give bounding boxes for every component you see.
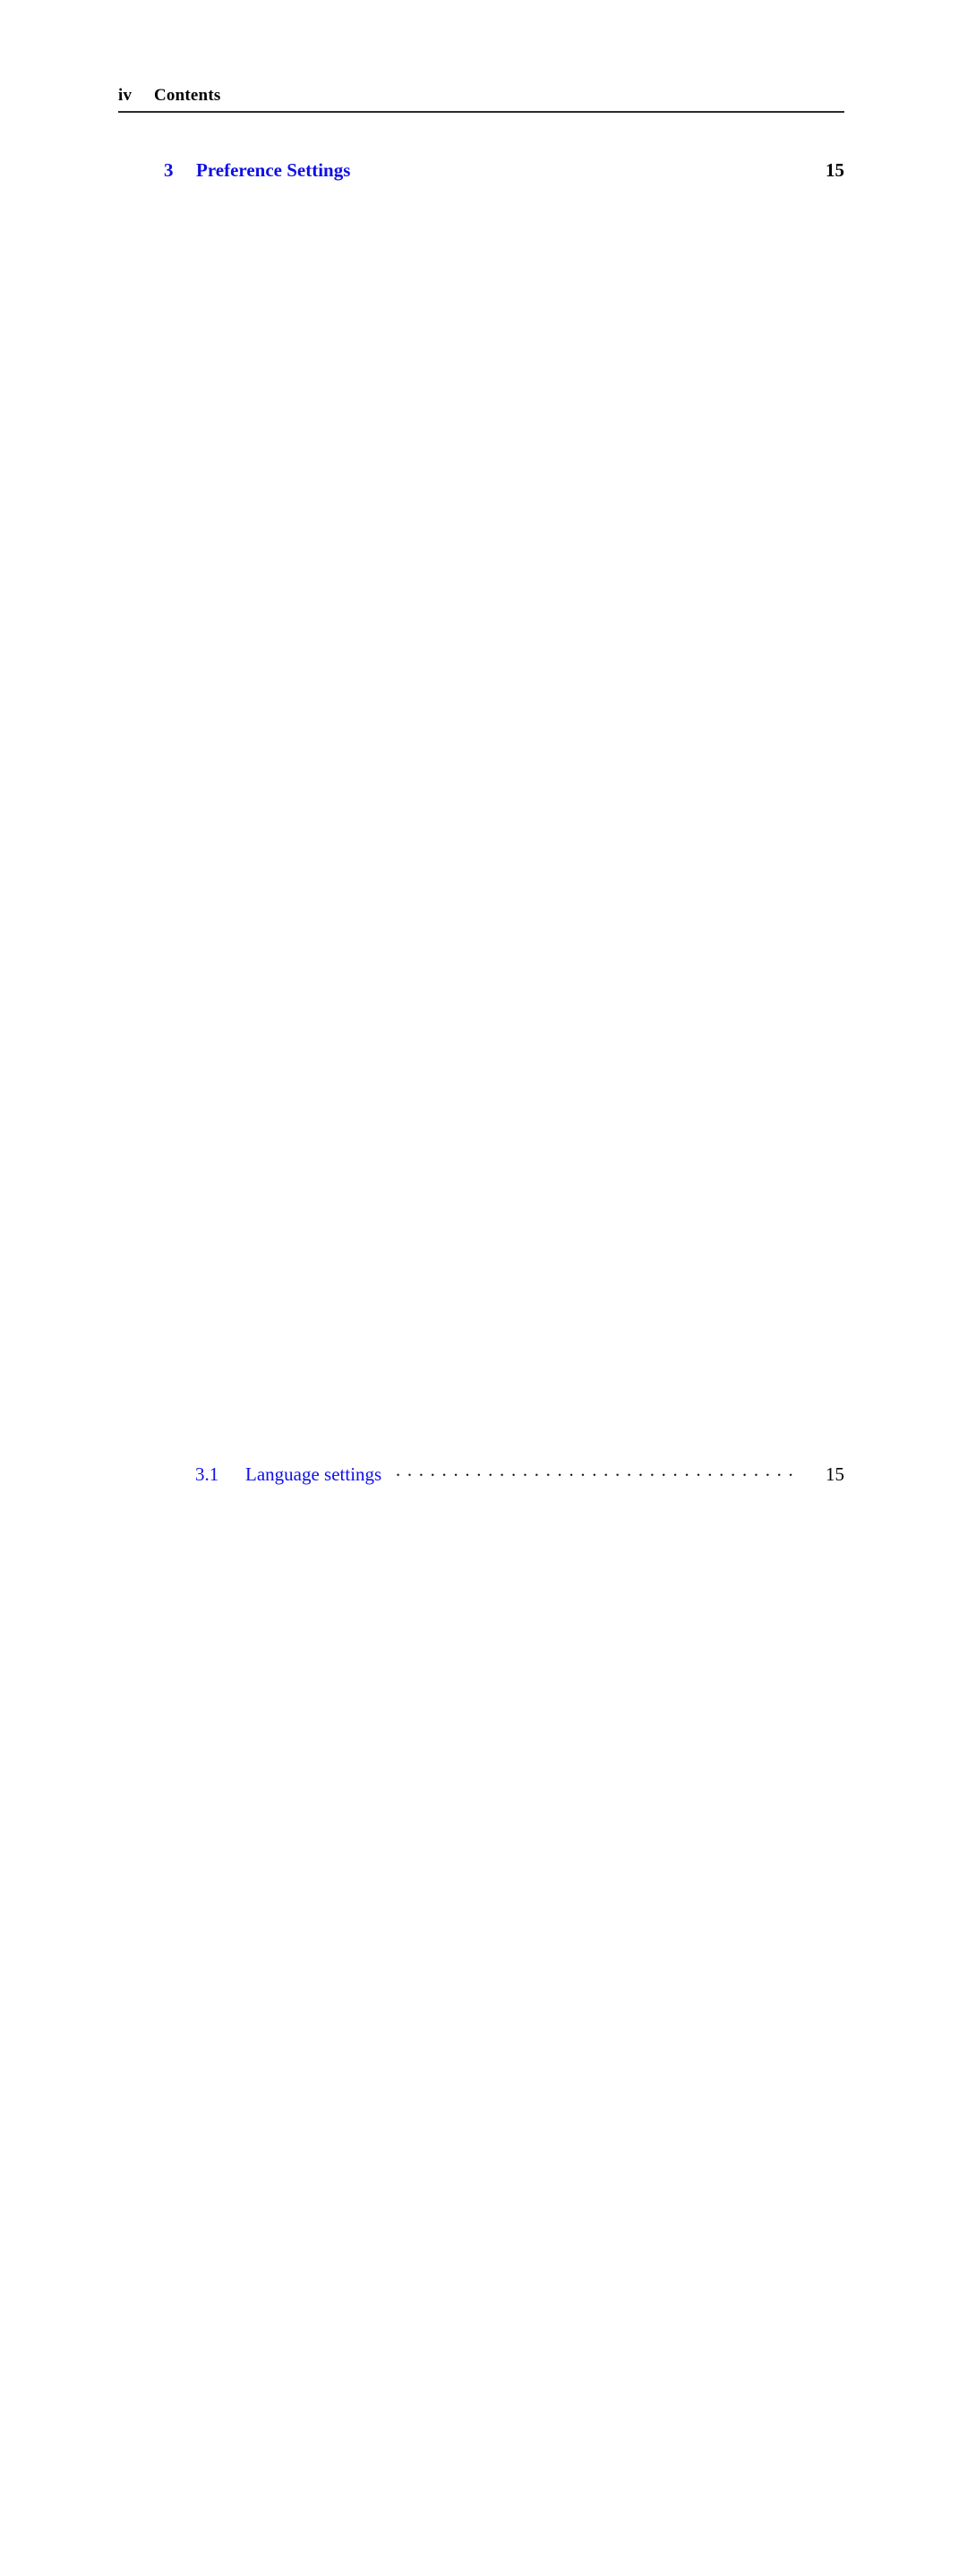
entry-number-text: 3 [164, 159, 174, 181]
page-folio: iv [118, 86, 133, 105]
page-title: Contents [154, 86, 221, 105]
toc-entry-section[interactable]: 3.1 Language settings 15 [118, 1463, 844, 2576]
contents-page: iv Contents 3 Preference Settings 15 3.1 Lan… [0, 0, 967, 1485]
running-header: iv Contents [118, 86, 844, 106]
entry-number: 3.1 [195, 1463, 219, 1485]
dot-leader [389, 1463, 794, 1480]
entry-title: Language settings [245, 1463, 382, 1485]
toc-entry-chapter[interactable]: 3 Preference Settings 15 [118, 159, 844, 1447]
table-of-contents: 3 Preference Settings 15 3.1 Language settin… [0, 136, 967, 2576]
entry-number: 3 [118, 159, 196, 182]
header-divider [118, 111, 844, 113]
entry-title: Preference Settings [196, 159, 351, 181]
entry-page-number: 15 [826, 159, 844, 181]
entry-page-number: 15 [826, 1463, 844, 1485]
